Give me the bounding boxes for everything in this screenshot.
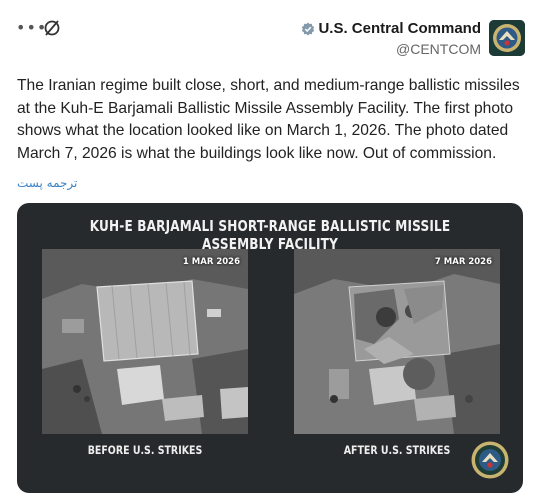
before-satellite-photo[interactable]: 1 MAR 2026 [42,249,248,434]
author-block[interactable]: U.S. Central Command @CENTCOM [301,20,481,57]
before-caption: BEFORE U.S. STRIKES [87,443,203,457]
more-dots-icon[interactable]: ••• [16,18,46,38]
avatar[interactable] [489,20,525,56]
verified-badge-icon [302,22,315,35]
after-date-badge: 7 MAR 2026 [434,257,492,267]
after-satellite-photo[interactable]: 7 MAR 2026 [294,249,500,434]
grok-icon[interactable] [42,18,62,38]
media-title: KUH-E BARJAMALI SHORT-RANGE BALLISTIC MI… [89,217,451,253]
centcom-logo-icon [489,20,525,56]
author-handle[interactable]: @CENTCOM [301,41,481,57]
translate-post-link[interactable]: ترجمه پست [17,176,77,190]
after-caption: AFTER U.S. STRIKES [343,443,451,457]
tweet-header: ••• U.S. Central Command @CENTCOM [0,0,545,70]
author-display-name[interactable]: U.S. Central Command [318,20,481,37]
centcom-seal-icon [471,441,509,479]
author-name-row: U.S. Central Command [301,20,481,37]
tweet-text: The Iranian regime built close, short, a… [17,77,520,162]
before-satellite-image [42,249,248,434]
before-date-badge: 1 MAR 2026 [182,257,240,267]
after-satellite-image [294,249,500,434]
tweet-media-card[interactable]: KUH-E BARJAMALI SHORT-RANGE BALLISTIC MI… [17,203,523,493]
